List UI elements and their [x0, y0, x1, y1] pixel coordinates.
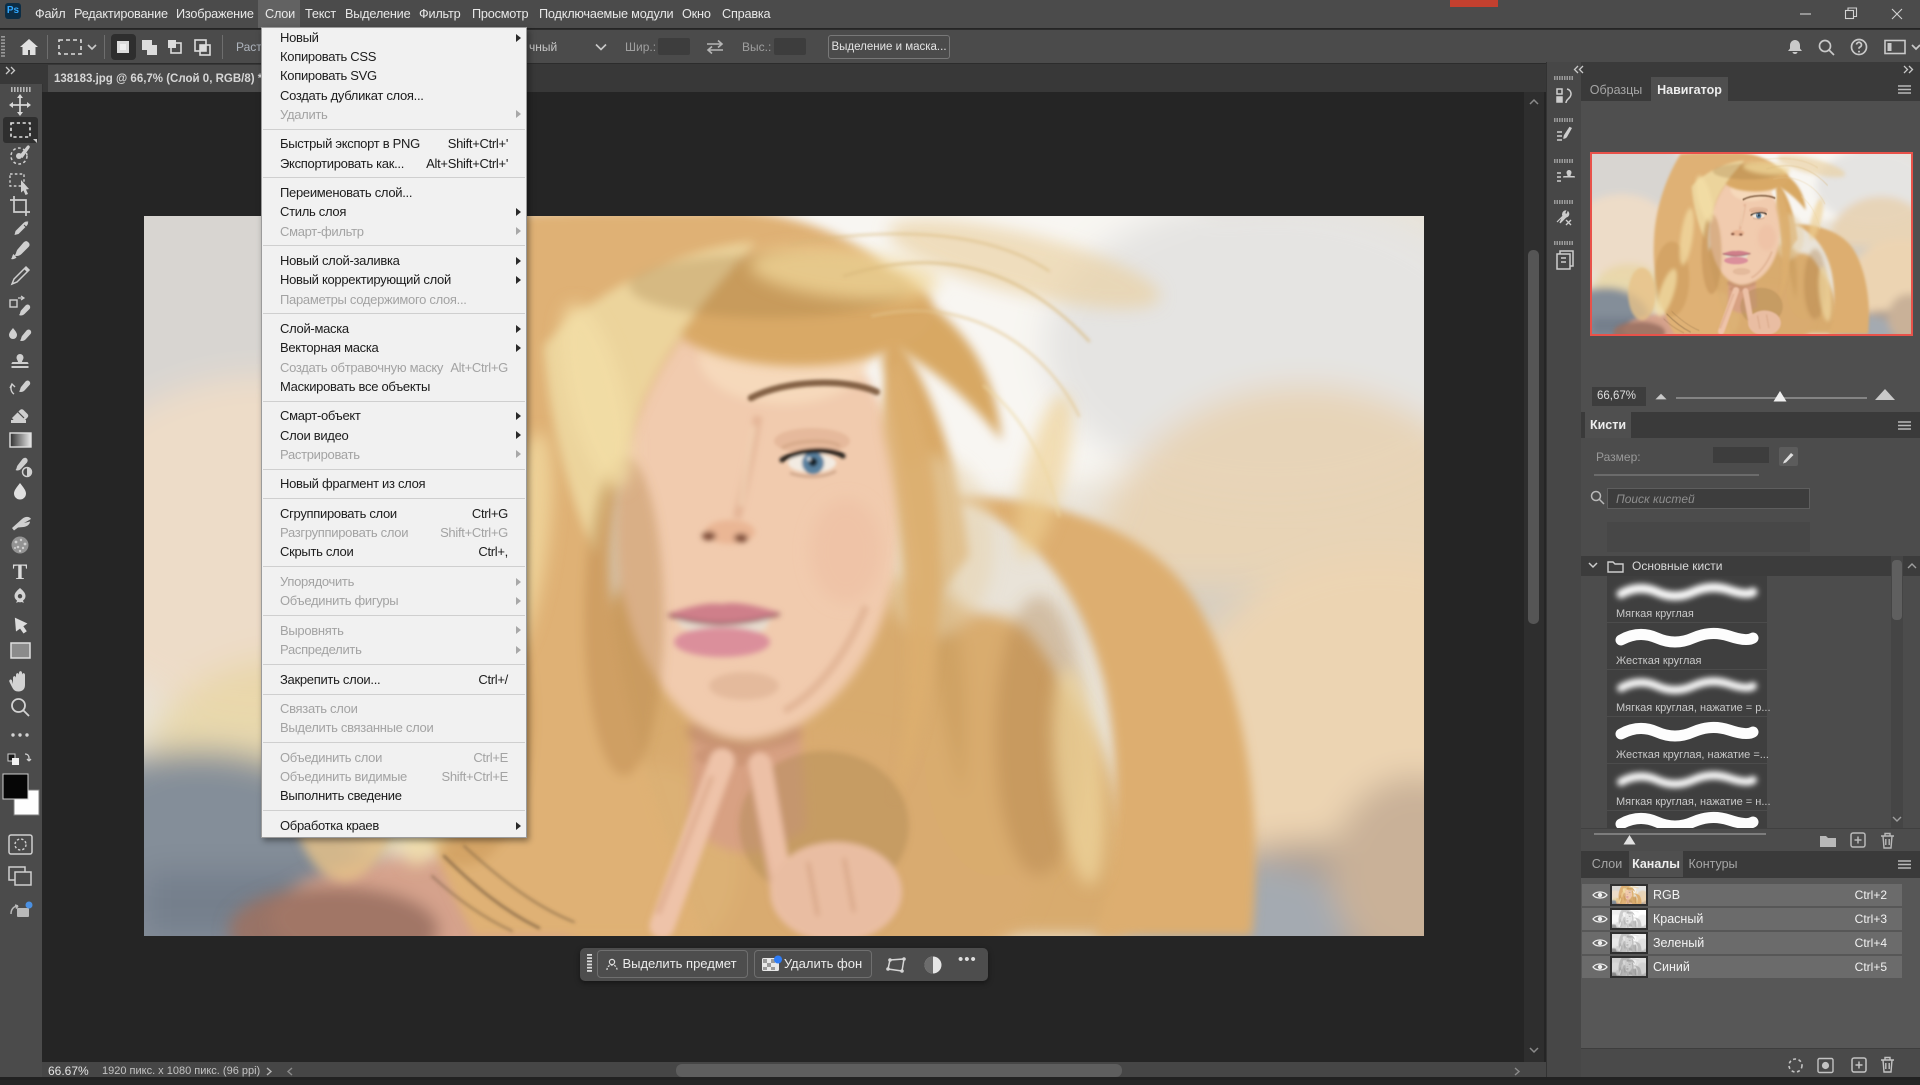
- svg-text:Мягкая круглая: Мягкая круглая: [1616, 608, 1694, 620]
- svg-text:T: T: [13, 559, 28, 584]
- svg-text:Жесткая круглая, нажатие =...: Жесткая круглая, нажатие =...: [1616, 749, 1769, 761]
- svg-text:Мягкая круглая, нажатие = н...: Мягкая круглая, нажатие = н...: [1616, 796, 1771, 808]
- svg-text:Мягкая круглая, нажатие = р...: Мягкая круглая, нажатие = р...: [1616, 702, 1771, 714]
- svg-text:Жесткая круглая: Жесткая круглая: [1616, 655, 1701, 667]
